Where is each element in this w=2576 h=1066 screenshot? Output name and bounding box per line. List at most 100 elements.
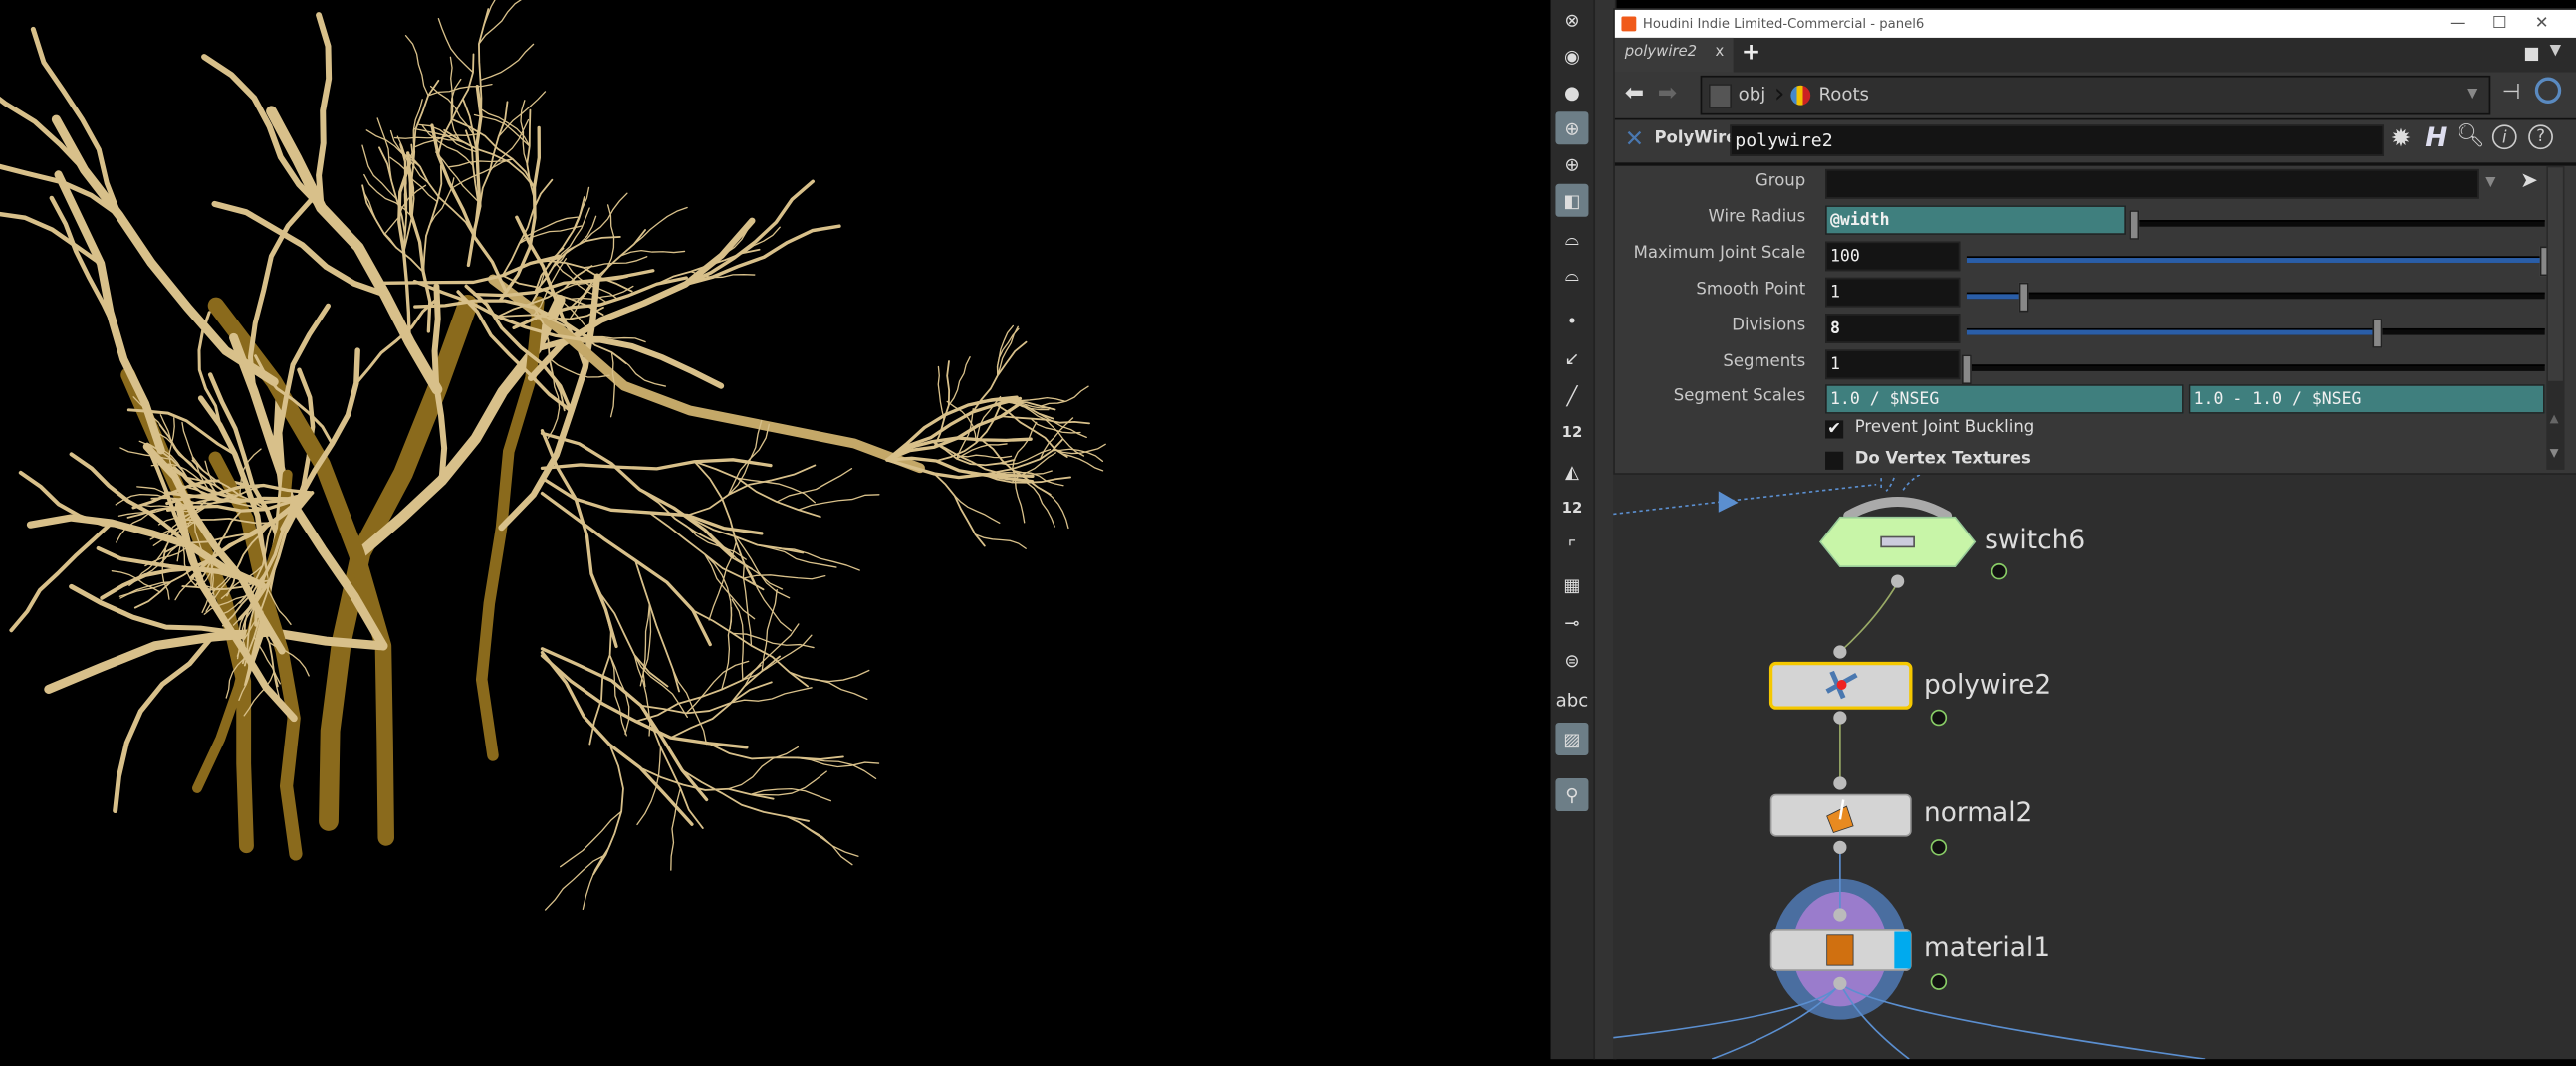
light-off-tool-button[interactable]: ⊗ <box>1555 3 1588 36</box>
network-wires <box>1613 471 2206 1060</box>
polywire-icon: ✕ <box>1624 126 1645 153</box>
tab-label: polywire2 <box>1624 44 1698 62</box>
environment-tool-button[interactable]: ◧ <box>1555 183 1589 217</box>
search-icon[interactable]: 🔍︎ <box>2457 123 2485 149</box>
curve-icon: ↙ <box>1564 346 1580 369</box>
path-bar[interactable]: obj › Roots ▼ <box>1700 75 2491 115</box>
node-label-polywire2[interactable]: polywire2 <box>1924 669 2051 700</box>
root-strand <box>583 256 648 269</box>
root-strand <box>639 704 704 829</box>
area-light-tool-button[interactable]: ◉ <box>1555 40 1588 73</box>
geo-icon <box>1790 85 1811 106</box>
window-title: Houdini Indie Limited-Commercial - panel… <box>1642 16 1925 32</box>
divisions-slider[interactable] <box>1966 319 2545 348</box>
segments-input[interactable]: 1 <box>1825 349 1961 380</box>
segment-scale-1-input[interactable]: 1.0 / $NSEG <box>1825 384 2184 414</box>
wire-radius-slider[interactable] <box>2129 210 2545 240</box>
point-tool-button[interactable]: • <box>1555 304 1588 336</box>
help-h-icon[interactable]: H <box>2425 121 2447 152</box>
info-icon[interactable]: i <box>2491 124 2517 150</box>
point-number-tool-button[interactable]: 12 <box>1555 417 1588 450</box>
text-tool-button[interactable]: abc <box>1555 683 1589 716</box>
root-strand <box>1038 413 1087 439</box>
bounding-box-tool-button[interactable]: ▦ <box>1555 568 1588 601</box>
segments-slider[interactable] <box>1961 354 2545 385</box>
pin-icon: ⚲ <box>1565 783 1579 806</box>
root-strand <box>937 365 945 421</box>
max-joint-scale-slider[interactable] <box>1966 246 2550 277</box>
label-divisions: Divisions <box>1732 317 1806 335</box>
path-roots[interactable]: Roots <box>1818 84 1869 105</box>
bezier-tool-button[interactable]: ⌜ <box>1555 531 1588 563</box>
gear-icon[interactable]: ✹ <box>2391 123 2412 153</box>
add-light-tool-button[interactable]: ⊕ <box>1555 111 1589 145</box>
node-label-material1[interactable]: material1 <box>1924 931 2050 961</box>
close-tab-icon[interactable]: x <box>1715 45 1724 61</box>
root-strand <box>948 356 971 406</box>
minimize-button[interactable]: — <box>2450 10 2465 38</box>
node-name-input[interactable]: polywire2 <box>1730 124 2385 156</box>
stereo-camera-tool-button[interactable]: ⌓ <box>1555 260 1588 293</box>
root-strand <box>609 351 616 418</box>
label-group: Group <box>1755 172 1806 191</box>
maximize-button[interactable]: ☐ <box>2492 10 2507 38</box>
root-strand <box>540 476 764 535</box>
background-image-icon: ▨ <box>1563 728 1581 750</box>
primitive-number-tool-button[interactable]: 12 <box>1555 493 1588 526</box>
root-strand <box>743 562 793 632</box>
back-arrow-icon[interactable]: ⬅ <box>1625 81 1644 107</box>
close-button[interactable]: ✕ <box>2535 10 2549 38</box>
background-image-tool-button[interactable]: ▨ <box>1555 722 1589 755</box>
root-strand <box>201 54 325 211</box>
template-tool-button[interactable]: ⊜ <box>1555 644 1588 677</box>
prevent-joint-buckling-checkbox[interactable]: ✔ <box>1825 420 1844 439</box>
network-editor[interactable]: switch6 polywire2 normal2 material1 <box>1613 471 2576 1060</box>
spot-light-tool-button[interactable]: ⊕ <box>1555 147 1588 180</box>
wire-radius-input[interactable]: @width <box>1825 205 2126 235</box>
pane-layout-icon[interactable] <box>2524 47 2539 62</box>
label-max_joint_scale: Maximum Joint Scale <box>1633 244 1806 263</box>
params-scrollbar[interactable]: ▲ ▼ <box>2546 165 2565 470</box>
label-prevent_joint_buckling: Prevent Joint Buckling <box>1854 418 2035 437</box>
bezier-icon: ⌜ <box>1567 535 1577 558</box>
segment-scale-2-input[interactable]: 1.0 - 1.0 / $NSEG <box>2188 384 2545 414</box>
curve-tool-button[interactable]: ↙ <box>1555 341 1588 374</box>
root-strand <box>742 574 826 580</box>
3d-viewport[interactable] <box>0 0 1551 1060</box>
smooth-point-slider[interactable] <box>1966 282 2545 313</box>
pin-icon[interactable]: ⊣ <box>2502 81 2521 106</box>
root-strand <box>475 296 545 761</box>
link-icon[interactable] <box>2534 77 2562 104</box>
root-strand <box>427 83 493 97</box>
pivot-tool-button[interactable]: ⊸ <box>1555 606 1588 639</box>
path-dropdown-icon[interactable]: ▼ <box>2467 86 2477 101</box>
root-strand <box>540 458 773 471</box>
help-icon[interactable]: ? <box>2528 124 2553 150</box>
divisions-input[interactable]: 8 <box>1825 314 1961 343</box>
point-icon: • <box>1566 310 1578 331</box>
path-obj[interactable]: obj <box>1739 84 1766 105</box>
point-light-tool-button[interactable]: ● <box>1555 76 1588 108</box>
tab-polywire2[interactable]: polywire2 x <box>1614 37 1734 73</box>
forward-arrow-icon[interactable]: ➡ <box>1658 81 1677 107</box>
group-input[interactable] <box>1825 168 2479 199</box>
pin-tool-button[interactable]: ⚲ <box>1555 778 1589 812</box>
add-tab-button[interactable]: + <box>1742 40 1760 66</box>
spot-light-icon: ⊕ <box>1564 153 1580 175</box>
max-joint-scale-input[interactable]: 100 <box>1825 241 1961 272</box>
select-arrow-icon[interactable]: ➤ <box>2520 169 2538 194</box>
root-strand <box>636 746 662 826</box>
do-vertex-textures-checkbox[interactable] <box>1825 451 1844 470</box>
label-do_vertex_textures: Do Vertex Textures <box>1854 450 2031 469</box>
root-strand <box>672 668 708 746</box>
node-label-normal2[interactable]: normal2 <box>1924 796 2032 827</box>
node-label-switch6[interactable]: switch6 <box>1985 524 2085 554</box>
smooth-point-input[interactable]: 1 <box>1825 277 1961 308</box>
camera-tool-button[interactable]: ⌓ <box>1555 223 1588 256</box>
parameters: Group ▼ ➤ Wire Radius @width Maximum Joint Sc… <box>1615 166 2576 474</box>
pane-menu-icon[interactable]: ▼ <box>2550 43 2561 59</box>
add-light-icon: ⊕ <box>1564 116 1580 139</box>
primitive-tool-button[interactable]: ◭ <box>1555 455 1588 488</box>
brush-tool-button[interactable]: ╱ <box>1555 379 1588 412</box>
group-dropdown-icon[interactable]: ▼ <box>2485 174 2495 189</box>
